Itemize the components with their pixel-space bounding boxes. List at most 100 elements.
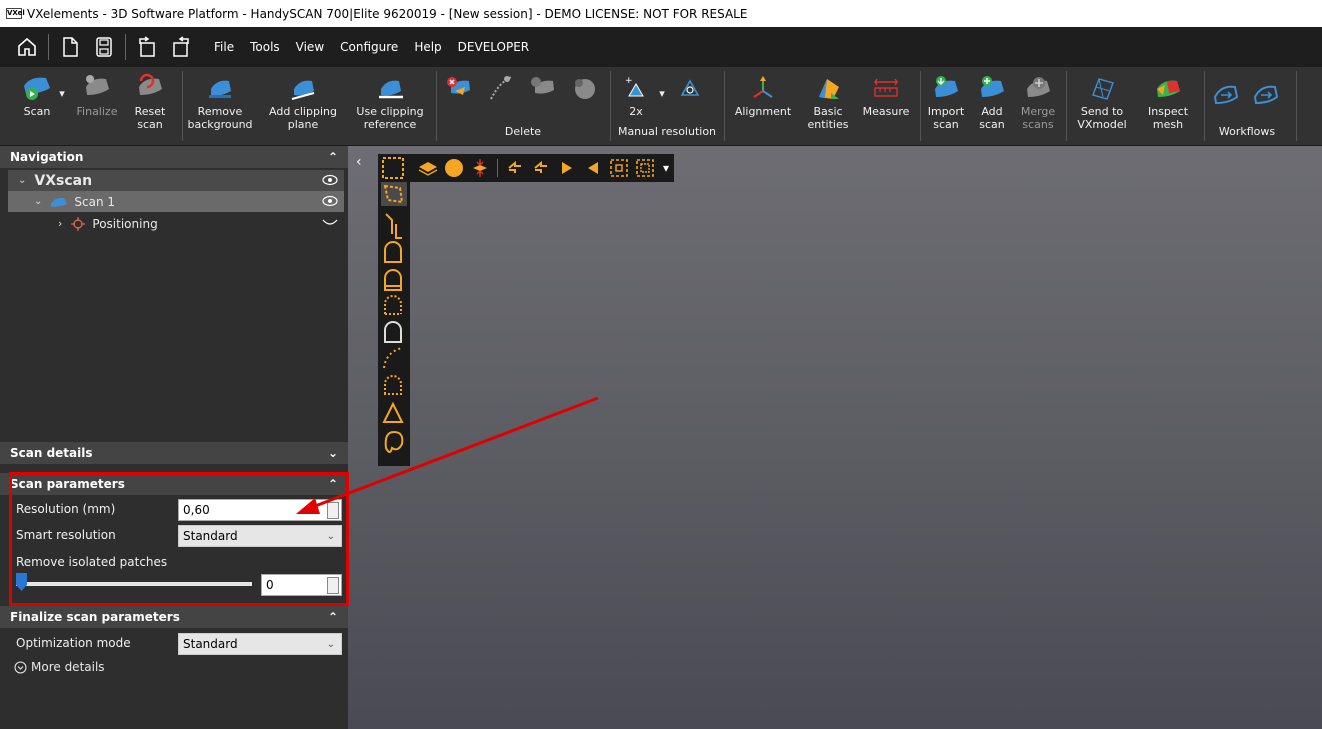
menu-file[interactable]: File [206,40,242,54]
remove-background-icon [209,80,231,98]
finalize-parameters-header[interactable]: Finalize scan parameters ⌃ [0,606,348,628]
fit-view-icon[interactable] [607,156,631,180]
workflow-1-button[interactable] [1208,77,1244,111]
delete-all-button[interactable] [566,71,602,105]
eye-hidden-icon[interactable] [322,217,338,231]
expand-down-icon[interactable]: ⌄ [328,446,338,460]
delete-isolated-icon [531,77,554,94]
navigation-title: Navigation [10,150,84,164]
curve-select-icon [383,347,403,369]
scan-details-title: Scan details [10,446,93,460]
optimization-mode-select[interactable]: Standard ⌄ [178,633,342,655]
selection-toolbar [378,154,410,466]
chevron-right-icon[interactable]: › [58,217,62,230]
arch-dashed-icon [384,295,402,315]
add-scan-icon [981,76,1004,97]
collapse-up-icon[interactable]: ⌃ [328,610,338,624]
inspect-mesh-button[interactable]: Inspect mesh [1140,71,1196,131]
menu-developer[interactable]: DEVELOPER [450,40,537,54]
inspect-mesh-icon [1157,80,1180,97]
tree-positioning-label: Positioning [92,216,158,231]
scan-dropdown-icon[interactable]: ▾ [57,87,67,100]
scan-icon [24,77,50,100]
eye-visible-icon[interactable] [322,195,338,210]
scan-button[interactable]: Scan [12,71,62,118]
send-to-vxmodel-button[interactable]: Send to VXmodel [1074,71,1130,131]
resolution-triangle-icon: + [625,76,644,97]
tree-item-positioning[interactable]: › Positioning [8,213,344,234]
fit-selection-icon[interactable] [633,156,657,180]
move-right-icon[interactable] [529,156,553,180]
arch-white-icon [384,321,402,343]
menu-configure[interactable]: Configure [332,40,406,54]
delete-brush-button[interactable] [482,71,518,105]
redo-icon[interactable] [164,30,198,64]
reset-scan-button[interactable]: Reset scan [125,71,175,131]
play-forward-icon[interactable] [555,156,579,180]
delete-all-icon [575,79,595,99]
measure-button[interactable]: Measure [858,71,914,118]
rectangle-select-icon [382,157,404,179]
sphere-icon[interactable] [442,156,466,180]
collapse-left-icon[interactable]: ‹ [356,154,362,170]
center-view-icon[interactable] [468,156,492,180]
delete-group-label: Delete [504,125,542,138]
tree-item-vxscan[interactable]: ⌄ VXscan [8,170,344,191]
alignment-button[interactable]: Alignment [730,71,796,118]
chevron-down-icon[interactable]: ⌄ [34,196,42,207]
navigation-header[interactable]: Navigation ⌃ [0,146,348,168]
merge-scans-button[interactable]: Merge scans [1016,71,1060,131]
workflow-2-icon [1253,85,1279,105]
basic-entities-button[interactable]: Basic entities [800,71,856,131]
finalize-icon [86,75,109,95]
finalize-button[interactable]: Finalize [72,71,122,118]
reset-scan-icon [139,73,162,95]
line-select-icon [385,213,402,239]
add-clipping-plane-button[interactable]: Add clipping plane [263,71,343,131]
delete-selection-icon [447,77,470,95]
play-back-icon[interactable] [581,156,605,180]
menu-view[interactable]: View [288,40,332,54]
use-clipping-reference-button[interactable]: Use clipping reference [350,71,430,131]
scan-details-header[interactable]: Scan details ⌄ [0,442,348,464]
use-clipping-reference-icon [379,80,403,99]
import-scan-button[interactable]: Import scan [924,71,968,131]
delete-selection-button[interactable] [440,71,476,105]
undo-icon[interactable] [130,30,164,64]
workflow-1-icon [1213,85,1239,105]
resolution-dropdown-icon[interactable]: ▾ [656,87,668,100]
svg-text:+: + [625,76,633,86]
more-details-link[interactable]: More details [14,660,105,674]
send-to-vxmodel-icon [1092,78,1114,100]
layers-icon[interactable] [416,156,440,180]
remove-background-button[interactable]: Remove background [185,71,255,131]
add-clipping-plane-icon [291,80,315,100]
ribbon-separator [1066,71,1067,141]
new-session-icon[interactable] [53,30,87,64]
move-left-icon[interactable] [503,156,527,180]
home-icon[interactable] [10,30,44,64]
menu-separator [48,34,49,60]
tree-scan-label: Scan 1 [74,194,116,209]
ribbon-toolbar: Scan ▾ Finalize Reset scan Remove backgrou… [0,67,1322,146]
delete-isolated-button[interactable] [524,71,560,105]
3d-viewport[interactable]: ‹ ▾ [348,146,1322,729]
menu-tools[interactable]: Tools [242,40,288,54]
collapse-up-icon[interactable]: ⌃ [328,150,338,164]
tree-item-scan-1[interactable]: ⌄ Scan 1 [8,191,344,212]
workflow-2-button[interactable] [1248,77,1284,111]
toolbar-separator [497,159,498,177]
resolution-adjust-button[interactable] [672,71,708,105]
target-icon [71,216,86,231]
menu-bar: File Tools View Configure Help DEVELOPER [0,27,1322,67]
toolbar-dropdown-icon[interactable]: ▾ [659,156,673,180]
circle-chevron-down-icon [14,661,27,673]
eye-visible-icon[interactable] [322,174,338,190]
chevron-down-icon[interactable]: ⌄ [18,175,26,186]
ribbon-separator [920,71,921,141]
menu-help[interactable]: Help [406,40,449,54]
ribbon-separator [1204,71,1205,141]
add-scan-button[interactable]: Add scan [970,71,1014,131]
save-icon[interactable] [87,30,121,64]
resolution-2x-button[interactable]: + 2x [616,71,656,118]
